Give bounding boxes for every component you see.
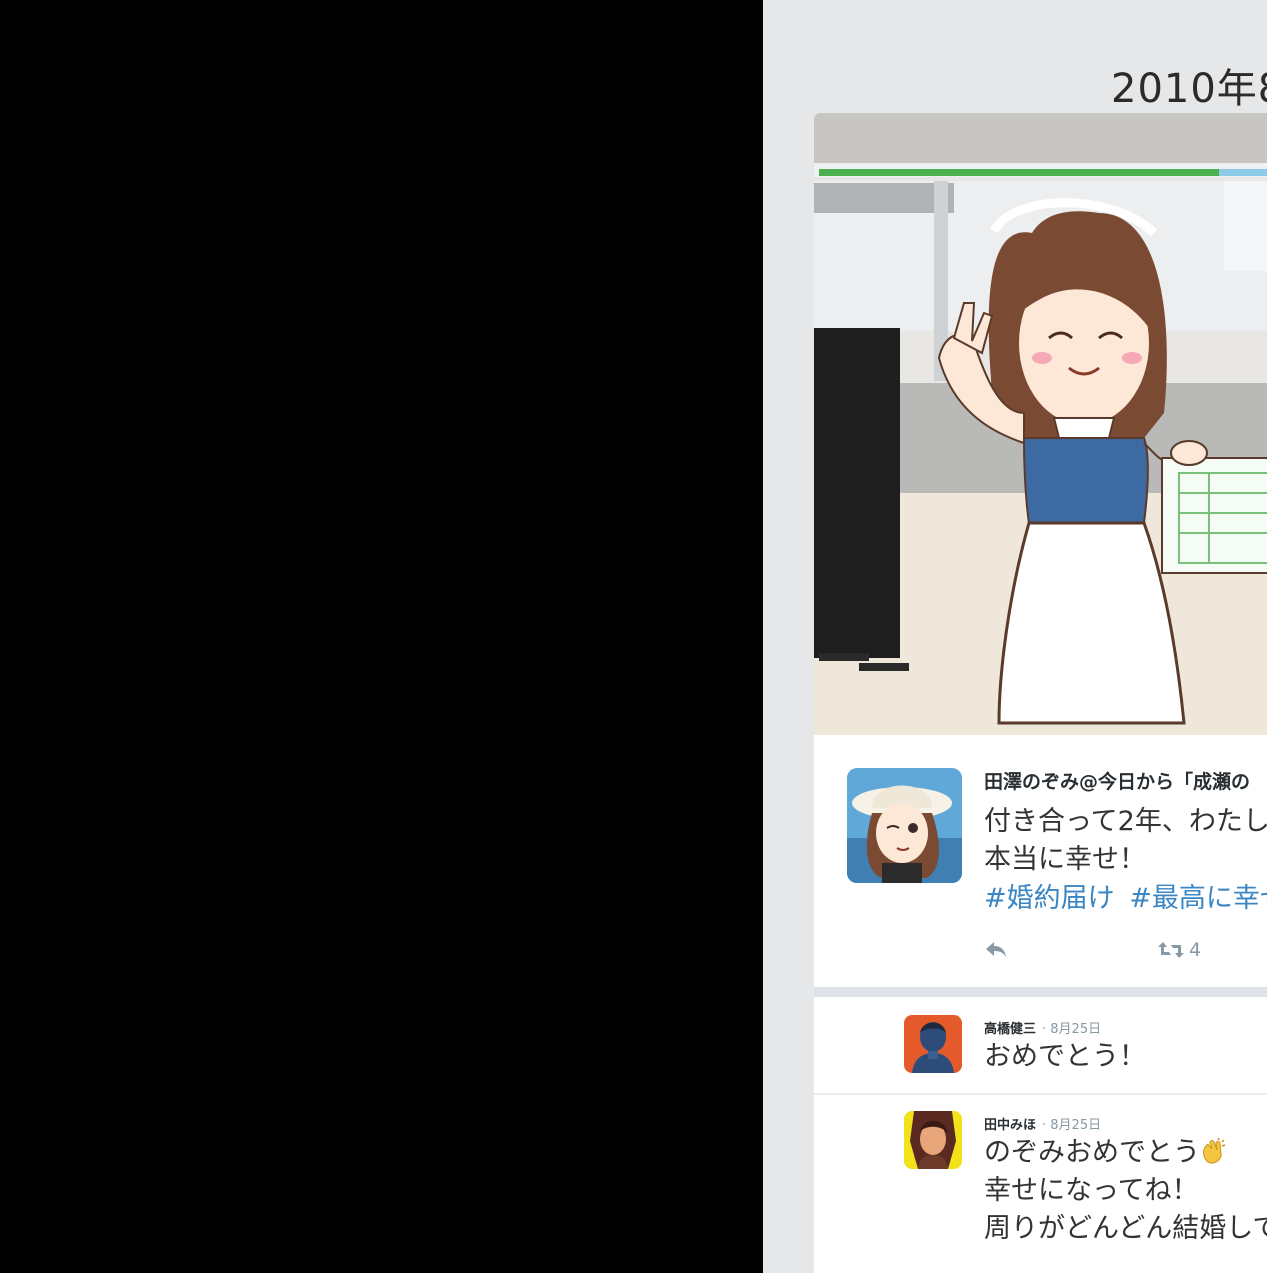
tweet-text-line: 本当に幸せ！ bbox=[984, 844, 1146, 875]
reply-item[interactable]: 田中みほ · 8月25日 のぞみおめでとう 幸せになってね！ 周りがどんどん結婚し… bbox=[814, 1095, 1267, 1273]
tweet-hashtags: #婚約届け #最高に幸せ bbox=[984, 880, 1267, 918]
reply-text-line: おめでとう！ bbox=[984, 1041, 1146, 1072]
reply-text: おめでとう！ bbox=[984, 1038, 1146, 1076]
tweet-author-avatar[interactable] bbox=[847, 768, 962, 883]
reply-text: のぞみおめでとう 幸せになってね！ 周りがどんどん結婚して bbox=[984, 1134, 1267, 1248]
reply-icon[interactable] bbox=[984, 937, 1008, 961]
clapping-hands-icon bbox=[1203, 1138, 1226, 1164]
hashtag-link[interactable]: #最高に幸せ bbox=[1129, 883, 1267, 914]
reply-date[interactable]: · 8月25日 bbox=[1042, 1118, 1101, 1133]
hashtag-link[interactable]: #婚約届け bbox=[984, 883, 1115, 914]
tweet-text-line: 付き合って2年、わたし bbox=[984, 806, 1267, 837]
reply-item[interactable]: 高橋健三 · 8月25日 おめでとう！ bbox=[814, 997, 1267, 1093]
retweet-icon bbox=[1158, 942, 1184, 958]
tweet-image-illustration[interactable] bbox=[814, 113, 1267, 735]
thread-separator bbox=[814, 987, 1267, 997]
reply-author-name[interactable]: 高橋健三 bbox=[984, 1022, 1036, 1037]
tweet-text: 付き合って2年、わたし 本当に幸せ！ bbox=[984, 803, 1267, 879]
date-header: 2010年8 bbox=[1111, 66, 1267, 112]
reply-meta: 田中みほ · 8月25日 bbox=[984, 1114, 1101, 1133]
reply-meta: 高橋健三 · 8月25日 bbox=[984, 1018, 1101, 1037]
left-black-panel bbox=[0, 0, 763, 1273]
reply-avatar[interactable] bbox=[904, 1015, 962, 1073]
reply-text-line: 幸せになってね！ bbox=[984, 1175, 1199, 1206]
reply-text-line: のぞみおめでとう bbox=[984, 1134, 1267, 1172]
reply-text-line: 周りがどんどん結婚して bbox=[984, 1213, 1267, 1244]
reply-text-segment: のぞみおめでとう bbox=[984, 1137, 1200, 1168]
retweet-button[interactable]: 4 bbox=[1158, 937, 1201, 963]
tweet-card[interactable]: 田澤のぞみ@今日から「成瀬の 付き合って2年、わたし 本当に幸せ！ #婚約届け … bbox=[814, 113, 1267, 987]
timeline-panel: 2010年8 田澤のぞみ@今日から「成瀬の 付き合って2年、わたし 本当に幸せ！… bbox=[763, 0, 1267, 1273]
reply-avatar[interactable] bbox=[904, 1111, 962, 1169]
reply-author-name[interactable]: 田中みほ bbox=[984, 1118, 1036, 1133]
tweet-author-name[interactable]: 田澤のぞみ@今日から「成瀬の bbox=[984, 767, 1250, 794]
retweet-count: 4 bbox=[1189, 939, 1202, 961]
reply-date[interactable]: · 8月25日 bbox=[1042, 1022, 1101, 1037]
